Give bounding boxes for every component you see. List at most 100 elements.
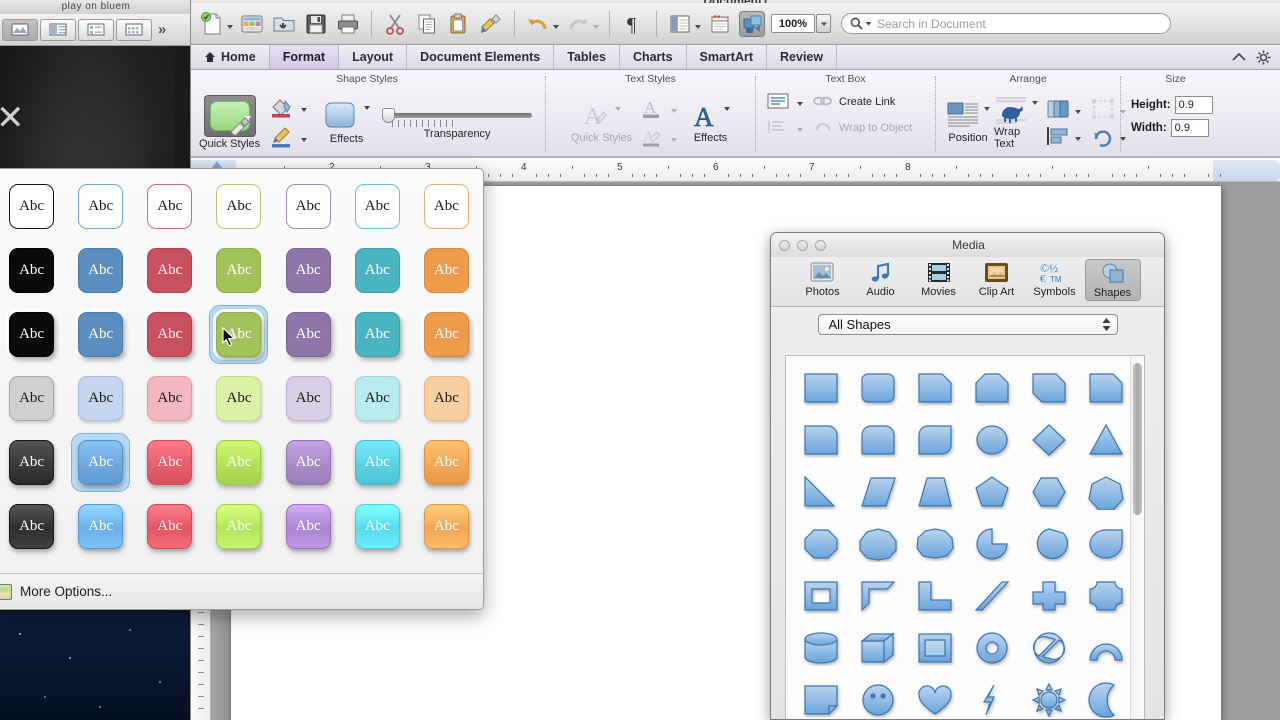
style-shadow-red[interactable]: Abc — [147, 312, 192, 357]
shape-donut[interactable] — [963, 622, 1020, 674]
shape-decagon[interactable] — [906, 518, 963, 570]
style-cell[interactable]: Abc — [66, 371, 135, 426]
style-cell[interactable]: Abc — [412, 179, 481, 234]
width-field-row[interactable]: Width: 0.9 — [1131, 119, 1213, 137]
quick-styles-grid[interactable]: AbcAbcAbcAbcAbcAbcAbcAbcAbcAbcAbcAbcAbcA… — [0, 179, 484, 554]
style-solid-orange[interactable]: Abc — [424, 248, 469, 293]
ribbon-settings-gear-icon[interactable] — [1256, 50, 1271, 65]
style-cell[interactable]: Abc — [0, 371, 66, 426]
style-gradient-teal[interactable]: Abc — [355, 440, 400, 485]
shape-heart[interactable] — [906, 674, 963, 720]
fill-color-icon[interactable] — [268, 95, 296, 119]
style-gradient-orange[interactable]: Abc — [424, 440, 469, 485]
text-quick-styles-caret-icon[interactable] — [615, 107, 621, 111]
quick-styles-gallery-popup[interactable]: AbcAbcAbcAbcAbcAbcAbcAbcAbcAbcAbcAbcAbcA… — [0, 168, 484, 610]
style-cell[interactable]: Abc — [274, 371, 343, 426]
shape-moon[interactable] — [1077, 674, 1134, 720]
style-cell[interactable]: Abc — [66, 435, 135, 490]
style-outline-teal[interactable]: Abc — [355, 184, 400, 229]
style-cell[interactable]: Abc — [343, 243, 412, 298]
shape-pentagon[interactable] — [963, 466, 1020, 518]
text-line-icon[interactable]: A — [640, 125, 666, 149]
shapes-grid[interactable] — [786, 356, 1144, 720]
shape-sun[interactable] — [1020, 674, 1077, 720]
style-cell[interactable]: Abc — [412, 371, 481, 426]
view-image-icon[interactable] — [2, 19, 38, 41]
text-quick-styles-button[interactable]: A Quick Styles — [571, 101, 632, 144]
shapes-scrollbar-thumb[interactable] — [1133, 363, 1142, 515]
text-fill-icon[interactable]: A — [640, 96, 666, 120]
shape-teardrop[interactable] — [1077, 518, 1134, 570]
wrap-text-caret-icon[interactable] — [1032, 101, 1038, 105]
style-light-red[interactable]: Abc — [147, 376, 192, 421]
media-tab-movies[interactable]: Movies — [911, 259, 967, 299]
style-shadow-orange[interactable]: Abc — [424, 312, 469, 357]
shape-category-stepper-icon[interactable] — [1102, 318, 1111, 331]
text-direction-caret-icon[interactable] — [797, 102, 803, 106]
text-effects-button[interactable]: A Effects — [691, 101, 730, 144]
new-from-template-button[interactable] — [237, 7, 267, 41]
new-document-caret[interactable] — [227, 25, 233, 29]
style-solid-red[interactable]: Abc — [147, 248, 192, 293]
ribbon-body[interactable]: Shape Styles Quick Styles — [191, 70, 1280, 158]
shape-cube[interactable] — [849, 622, 906, 674]
style-glossy-blue[interactable]: Abc — [78, 504, 123, 549]
shape-nonagon[interactable] — [849, 518, 906, 570]
media-browser-button[interactable] — [737, 7, 767, 41]
style-solid-teal[interactable]: Abc — [355, 248, 400, 293]
view-split-icon[interactable] — [40, 19, 76, 41]
style-cell[interactable]: Abc — [0, 243, 66, 298]
position-button[interactable]: Position — [946, 101, 990, 144]
line-color-caret-icon[interactable] — [301, 138, 307, 142]
shape-chord[interactable] — [1020, 518, 1077, 570]
line-color-icon[interactable] — [268, 125, 296, 149]
height-field-row[interactable]: Height: 0.9 — [1131, 96, 1213, 114]
shape-octagon[interactable] — [792, 518, 849, 570]
shape-plaque[interactable] — [1077, 570, 1134, 622]
transparency-control[interactable]: Transparency — [382, 105, 532, 140]
style-cell[interactable]: Abc — [135, 499, 204, 554]
style-outline-purple[interactable]: Abc — [286, 184, 331, 229]
style-cell[interactable]: Abc — [274, 243, 343, 298]
style-cell[interactable]: Abc — [204, 435, 273, 490]
shape-cross[interactable] — [1020, 570, 1077, 622]
shape-rounded-rectangle[interactable] — [849, 362, 906, 414]
more-options-label[interactable]: More Options... — [20, 584, 112, 599]
style-gradient-black[interactable]: Abc — [9, 440, 54, 485]
tab-format[interactable]: Format — [270, 45, 339, 69]
style-outline-red[interactable]: Abc — [147, 184, 192, 229]
shape-diagonal-stripe[interactable] — [963, 570, 1020, 622]
shape-category-select[interactable]: All Shapes — [818, 314, 1118, 335]
view-grid-icon[interactable] — [116, 19, 152, 41]
style-solid-black[interactable]: Abc — [9, 248, 54, 293]
show-formatting-marks-button[interactable]: ¶ — [618, 7, 648, 41]
style-cell[interactable]: Abc — [135, 243, 204, 298]
wrap-to-object-row[interactable]: Wrap to Object — [766, 118, 912, 136]
style-cell[interactable]: Abc — [343, 499, 412, 554]
style-cell[interactable]: Abc — [135, 435, 204, 490]
style-shadow-purple[interactable]: Abc — [286, 312, 331, 357]
style-gradient-purple[interactable]: Abc — [286, 440, 331, 485]
style-gradient-green[interactable]: Abc — [216, 440, 261, 485]
shape-quick-styles-button[interactable]: Quick Styles — [199, 95, 260, 150]
fill-color-caret-icon[interactable] — [301, 108, 307, 112]
style-glossy-purple[interactable]: Abc — [286, 504, 331, 549]
redo-caret[interactable] — [593, 25, 599, 29]
shape-l-shape[interactable] — [906, 570, 963, 622]
style-cell[interactable]: Abc — [66, 179, 135, 234]
redo-button[interactable] — [563, 7, 601, 41]
style-solid-purple[interactable]: Abc — [286, 248, 331, 293]
text-effects-caret-icon[interactable] — [724, 107, 730, 111]
sidebar-button[interactable] — [665, 7, 703, 41]
style-cell[interactable]: Abc — [204, 179, 273, 234]
shape-diamond[interactable] — [1020, 414, 1077, 466]
shape-arc[interactable] — [1077, 622, 1134, 674]
shape-snip-single-corner-rectangle[interactable] — [906, 362, 963, 414]
shape-oval[interactable] — [963, 414, 1020, 466]
style-cell[interactable]: Abc — [412, 499, 481, 554]
shape-parallelogram[interactable] — [849, 466, 906, 518]
format-painter-button[interactable] — [476, 7, 506, 41]
media-browser-titlebar[interactable]: Media — [771, 233, 1164, 257]
shapes-scroll-pane[interactable] — [785, 355, 1145, 720]
width-input[interactable]: 0.9 — [1171, 119, 1209, 137]
